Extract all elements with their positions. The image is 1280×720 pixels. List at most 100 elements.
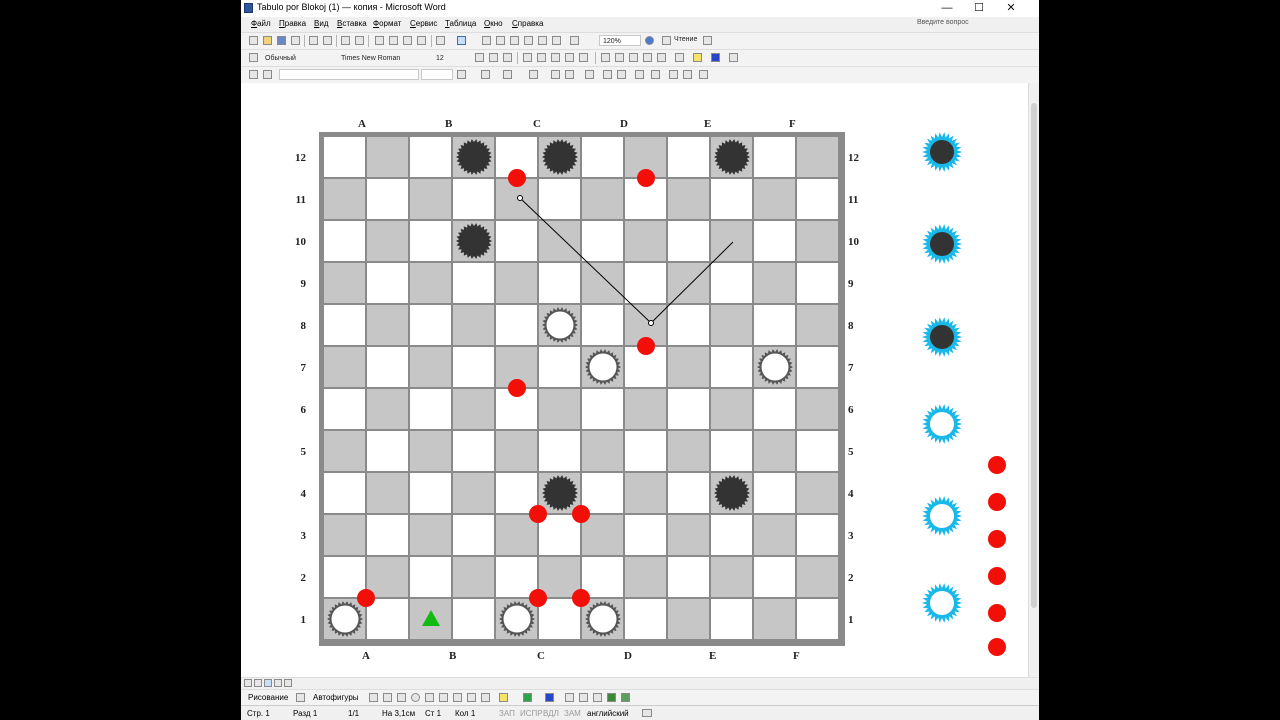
status-mode-record[interactable]: ЗАП [499,709,515,718]
draw-font-color-icon[interactable] [545,693,554,702]
white-piece[interactable] [540,305,580,345]
line-style-icon[interactable] [565,693,574,702]
print-layout-view-icon[interactable] [264,679,272,687]
cyan-light-piece[interactable] [922,404,962,444]
spare-red-marker[interactable] [988,567,1006,585]
distribute-columns-icon[interactable] [617,70,626,79]
web-view-icon[interactable] [254,679,262,687]
outline-view-icon[interactable] [274,679,282,687]
justify-icon[interactable] [565,53,574,62]
permission-icon[interactable] [291,36,300,45]
red-marker[interactable] [572,589,590,607]
binoculars-icon[interactable] [703,36,712,45]
cut-icon[interactable] [375,36,384,45]
style-combo[interactable]: Обычный [261,52,336,63]
spare-red-marker[interactable] [988,493,1006,511]
dash-style-icon[interactable] [579,693,588,702]
red-marker[interactable] [507,379,526,397]
textbox-tool-icon[interactable] [425,693,434,702]
shadow-style-icon[interactable] [607,693,616,702]
reading-mode-label[interactable]: Чтение [674,36,697,43]
insert-table-2-icon[interactable] [529,70,538,79]
drawing-icon[interactable] [538,36,547,45]
open-folder-icon[interactable] [263,36,272,45]
help-question-box[interactable]: Введите вопрос [917,19,1017,29]
save-icon[interactable] [277,36,286,45]
print-icon[interactable] [309,36,318,45]
cyan-light-piece[interactable] [922,496,962,536]
highlight-icon[interactable] [693,53,702,62]
distribute-rows-icon[interactable] [603,70,612,79]
clipart-icon[interactable] [467,693,476,702]
red-marker[interactable] [572,505,590,523]
copy-icon[interactable] [389,36,398,45]
spelling-status-icon[interactable] [642,709,652,717]
picture-icon[interactable] [481,693,490,702]
font-combo[interactable]: Times New Roman [337,52,429,63]
status-mode-track[interactable]: ИСПР [520,709,543,718]
outside-border-icon[interactable] [481,70,490,79]
reading-mode-icon[interactable] [662,36,671,45]
sort-ascending-icon[interactable] [669,70,678,79]
distributed-icon[interactable] [579,53,588,62]
minimize-button[interactable]: — [931,0,963,17]
3d-style-icon[interactable] [621,693,630,702]
insert-table-icon[interactable] [496,36,505,45]
red-marker[interactable] [529,505,547,523]
reading-view-icon[interactable] [284,679,292,687]
normal-view-icon[interactable] [244,679,252,687]
white-piece[interactable] [583,599,623,639]
draw-table-icon[interactable] [249,70,258,79]
line-weight-combo[interactable] [421,69,453,80]
wordart-icon[interactable] [439,693,448,702]
autosum-icon[interactable] [699,70,708,79]
document-map-icon[interactable] [552,36,561,45]
cyan-light-piece[interactable] [922,583,962,623]
diagram-icon[interactable] [453,693,462,702]
tables-borders-icon[interactable] [482,36,491,45]
spare-red-marker[interactable] [988,530,1006,548]
font-color-icon[interactable] [711,53,720,62]
numbering-icon[interactable] [601,53,610,62]
maximize-button[interactable]: ☐ [963,0,995,17]
select-objects-icon[interactable] [296,693,305,702]
new-document-icon[interactable] [249,36,258,45]
autoshapes-menu[interactable]: Автофигуры [313,693,359,702]
bold-icon[interactable] [475,53,484,62]
decrease-indent-icon[interactable] [629,53,638,62]
font-size-combo[interactable]: 12 [432,52,467,63]
shading-icon[interactable] [503,70,512,79]
split-cells-icon[interactable] [565,70,574,79]
white-piece[interactable] [497,599,537,639]
oval-tool-icon[interactable] [411,693,420,702]
white-piece[interactable] [583,347,623,387]
spelling-icon[interactable] [341,36,350,45]
undo-icon[interactable] [436,36,445,45]
text-direction-icon[interactable] [651,70,660,79]
cyan-dark-piece[interactable] [922,132,962,172]
black-piece[interactable] [712,137,752,177]
merge-cells-icon[interactable] [551,70,560,79]
red-marker[interactable] [357,589,375,607]
show-hide-icon[interactable] [570,36,579,45]
styles-icon[interactable] [249,53,258,62]
cyan-dark-piece[interactable] [922,224,962,264]
menu-view[interactable]: Вид [314,19,328,28]
insert-hyperlink-icon[interactable] [457,36,466,45]
menu-format[interactable]: Формат [373,19,401,28]
columns-icon[interactable] [524,36,533,45]
black-piece[interactable] [712,473,752,513]
menu-edit[interactable]: Правка [279,19,306,28]
white-piece[interactable] [325,599,365,639]
status-mode-overtype[interactable]: ЗАМ [564,709,581,718]
red-marker[interactable] [636,169,655,187]
align-left-icon[interactable] [523,53,532,62]
line-spacing-icon[interactable] [657,53,666,62]
spare-red-marker[interactable] [988,638,1006,656]
menu-help[interactable]: Справка [512,19,543,28]
border-color-icon[interactable] [457,70,466,79]
line-tool-icon[interactable] [369,693,378,702]
increase-indent-icon[interactable] [643,53,652,62]
spare-red-marker[interactable] [988,604,1006,622]
insert-excel-icon[interactable] [510,36,519,45]
